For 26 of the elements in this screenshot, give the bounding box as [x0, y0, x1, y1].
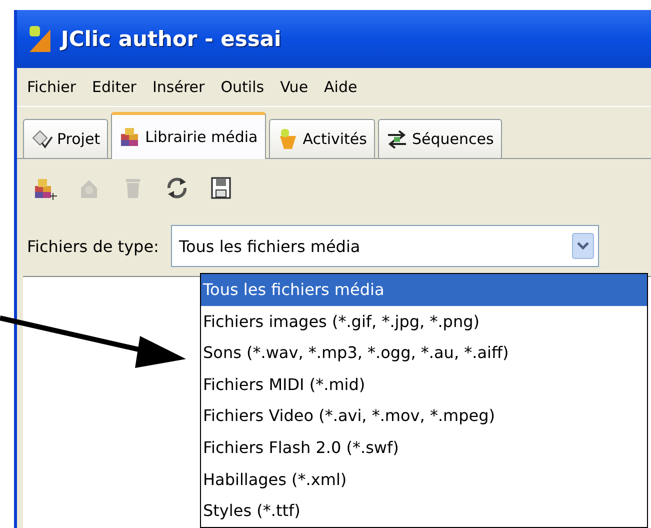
menu-item[interactable]: Outils — [220, 78, 264, 96]
filter-label: Fichiers de type: — [27, 236, 159, 256]
app-icon — [27, 24, 53, 54]
menu-item[interactable]: Fichier — [27, 78, 76, 96]
tab[interactable]: Séquences — [378, 119, 502, 158]
dropdown-option[interactable]: Tous les fichiers média — [201, 274, 647, 306]
tab[interactable]: Activités — [268, 119, 375, 158]
refresh-button[interactable] — [165, 176, 189, 200]
menu-item[interactable]: Aide — [324, 78, 358, 96]
diamond-icon — [31, 129, 53, 149]
tab[interactable]: Projet — [23, 119, 108, 158]
file-type-dropdown[interactable]: Tous les fichiers média — [170, 225, 599, 267]
dropdown-option[interactable]: Fichiers Video (*.avi, *.mov, *.mpeg) — [201, 400, 647, 432]
tab[interactable]: Librairie média — [111, 112, 266, 159]
window-title: JClic author - essai — [61, 27, 282, 51]
swap-arrows-icon — [386, 129, 408, 149]
dropdown-option[interactable]: Styles (*.ttf) — [201, 495, 647, 527]
dropdown-option[interactable]: Habillages (*.xml) — [201, 464, 647, 496]
menu-item[interactable]: Editer — [92, 78, 136, 96]
dropdown-option[interactable]: Fichiers Flash 2.0 (*.swf) — [201, 432, 647, 464]
dropdown-option[interactable]: Fichiers images (*.gif, *.jpg, *.png) — [201, 306, 647, 338]
menu-item[interactable]: Insérer — [152, 78, 205, 96]
menu-item[interactable]: Vue — [280, 78, 308, 96]
dropdown-option[interactable]: Sons (*.wav, *.mp3, *.ogg, *.au, *.aiff) — [201, 337, 647, 369]
dropdown-option[interactable]: Fichiers MIDI (*.mid) — [201, 368, 647, 400]
save-button[interactable] — [209, 176, 233, 200]
